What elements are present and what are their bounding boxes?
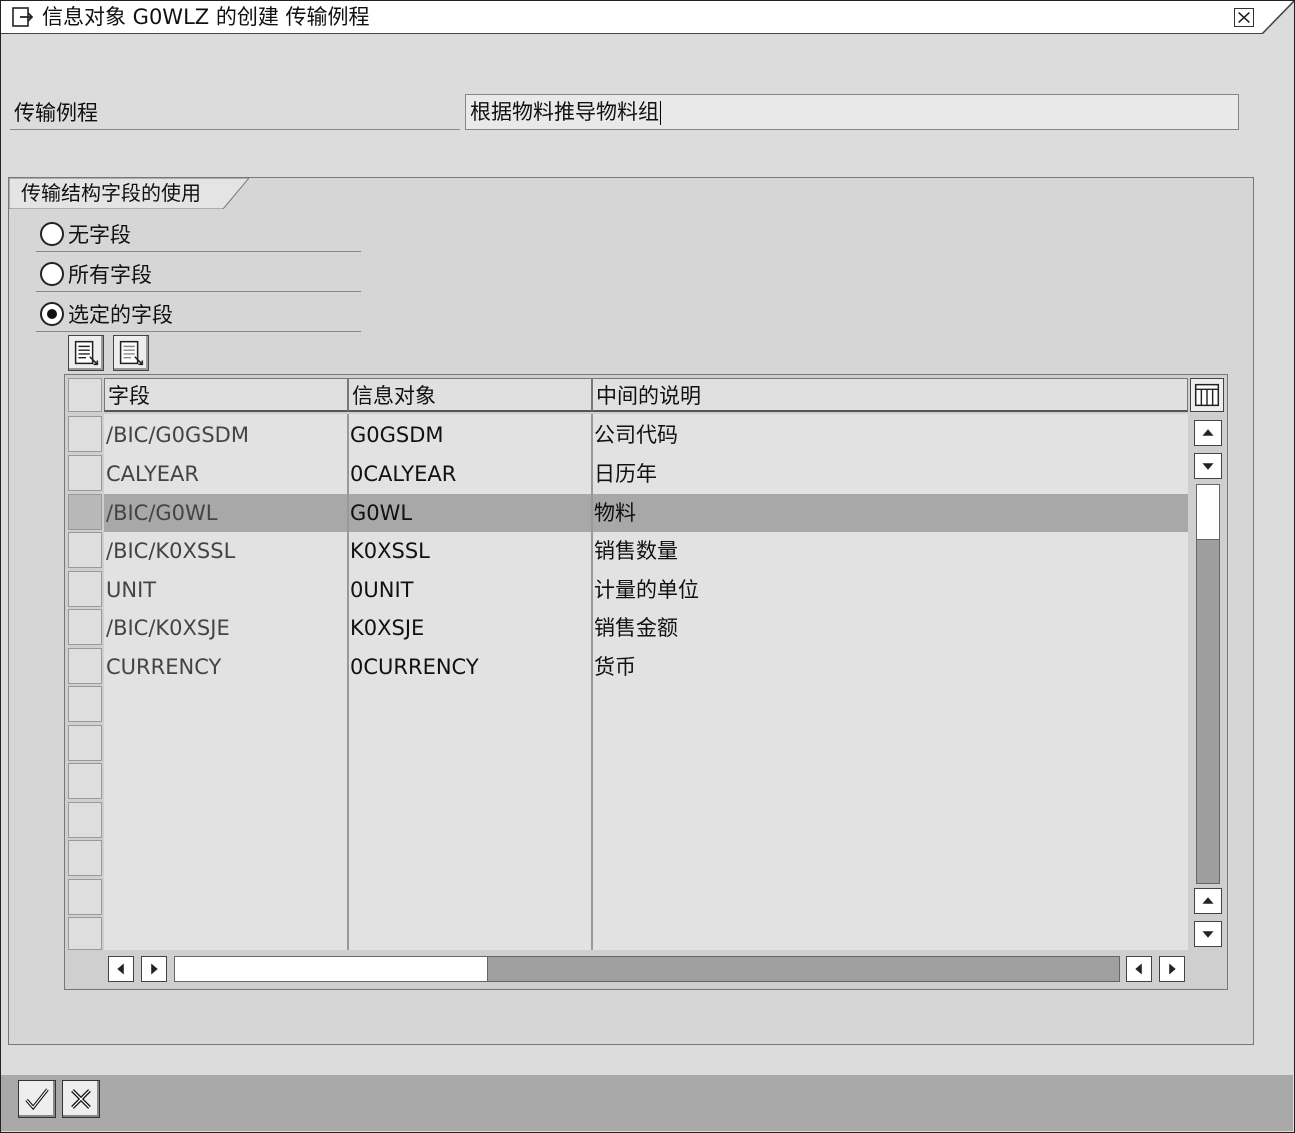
- select-all-rows-cell[interactable]: [68, 378, 102, 412]
- cell-description: 日历年: [594, 462, 657, 486]
- cell-field[interactable]: UNIT: [106, 571, 156, 609]
- radio-label-all-fields[interactable]: 所有字段: [68, 261, 152, 289]
- routine-label: 传输例程: [14, 101, 98, 125]
- scroll-right-end-icon[interactable]: [1159, 956, 1185, 982]
- close-icon[interactable]: [1234, 8, 1254, 27]
- row-selector[interactable]: [68, 802, 102, 838]
- row-selector[interactable]: [68, 416, 102, 452]
- column-config-icon[interactable]: [1190, 378, 1224, 412]
- dialog-icon: [12, 7, 34, 27]
- column-divider: [347, 414, 349, 950]
- radio-dot: [47, 309, 57, 319]
- cell-description: 物料: [594, 501, 636, 525]
- cross-icon[interactable]: [62, 1080, 100, 1118]
- scroll-right-icon[interactable]: [141, 956, 167, 982]
- scroll-left-end-icon[interactable]: [1126, 956, 1152, 982]
- row-selector[interactable]: [68, 494, 102, 530]
- row-selector[interactable]: [68, 840, 102, 876]
- cell-description: 销售金额: [594, 616, 678, 640]
- page-up-icon[interactable]: [1194, 888, 1222, 914]
- cell-infoobject[interactable]: 0UNIT: [350, 571, 413, 609]
- column-header-field[interactable]: 字段: [104, 378, 348, 412]
- row-selector[interactable]: [68, 648, 102, 684]
- cell-field[interactable]: /BIC/G0WL: [106, 494, 218, 532]
- row-selector[interactable]: [68, 455, 102, 491]
- select-all-icon[interactable]: [68, 335, 104, 371]
- horizontal-scroll-thumb[interactable]: [174, 956, 488, 982]
- deselect-all-icon[interactable]: [113, 335, 149, 371]
- highlighted-row: [104, 494, 1188, 532]
- vertical-scroll-thumb[interactable]: [1196, 484, 1220, 540]
- row-selector[interactable]: [68, 532, 102, 568]
- radio-label-no-fields[interactable]: 无字段: [68, 221, 131, 249]
- radio-no-fields[interactable]: [40, 222, 64, 246]
- window-title: 信息对象 G0WLZ 的创建 传输例程: [42, 5, 370, 29]
- cell-infoobject[interactable]: G0WL: [350, 494, 412, 532]
- cell-description: 计量的单位: [594, 578, 699, 602]
- radio-label-selected-fields[interactable]: 选定的字段: [68, 301, 173, 329]
- row-selector[interactable]: [68, 686, 102, 722]
- cell-field[interactable]: CALYEAR: [106, 455, 199, 493]
- scroll-up-icon[interactable]: [1194, 420, 1222, 446]
- column-header-infoobject[interactable]: 信息对象: [348, 378, 592, 412]
- radio-all-fields[interactable]: [40, 262, 64, 286]
- column-divider: [591, 414, 593, 950]
- cell-field[interactable]: /BIC/K0XSSL: [106, 532, 235, 570]
- cell-infoobject[interactable]: 0CALYEAR: [350, 455, 456, 493]
- cell-description: 货币: [594, 655, 636, 679]
- radio-selected-fields[interactable]: [40, 302, 64, 326]
- row-selector[interactable]: [68, 763, 102, 799]
- page-down-icon[interactable]: [1194, 453, 1222, 479]
- cell-infoobject[interactable]: K0XSJE: [350, 609, 424, 647]
- check-icon[interactable]: [18, 1080, 56, 1118]
- cell-description: 销售数量: [594, 539, 678, 563]
- cell-description: 公司代码: [594, 423, 678, 447]
- scroll-down-icon[interactable]: [1194, 921, 1222, 947]
- row-selector[interactable]: [68, 917, 102, 950]
- row-selector[interactable]: [68, 725, 102, 761]
- title-corner-decoration: [1262, 1, 1294, 34]
- cell-infoobject[interactable]: K0XSSL: [350, 532, 430, 570]
- group-title: 传输结构字段的使用: [21, 181, 201, 205]
- footer-toolbar: [1, 1075, 1293, 1131]
- cell-infoobject[interactable]: 0CURRENCY: [350, 648, 479, 686]
- row-selector[interactable]: [68, 879, 102, 915]
- cell-field[interactable]: /BIC/K0XSJE: [106, 609, 230, 647]
- cell-field[interactable]: CURRENCY: [106, 648, 221, 686]
- routine-name-value: 根据物料推导物料组: [470, 100, 659, 124]
- vertical-scroll-track[interactable]: [1196, 484, 1220, 884]
- row-selector[interactable]: [68, 571, 102, 607]
- row-selector[interactable]: [68, 609, 102, 645]
- text-caret: [660, 101, 661, 125]
- cell-field[interactable]: /BIC/G0GSDM: [106, 416, 249, 454]
- column-header-description[interactable]: 中间的说明: [592, 378, 1188, 412]
- scroll-left-icon[interactable]: [108, 956, 134, 982]
- cell-infoobject[interactable]: G0GSDM: [350, 416, 444, 454]
- routine-name-input[interactable]: 根据物料推导物料组: [465, 94, 1239, 130]
